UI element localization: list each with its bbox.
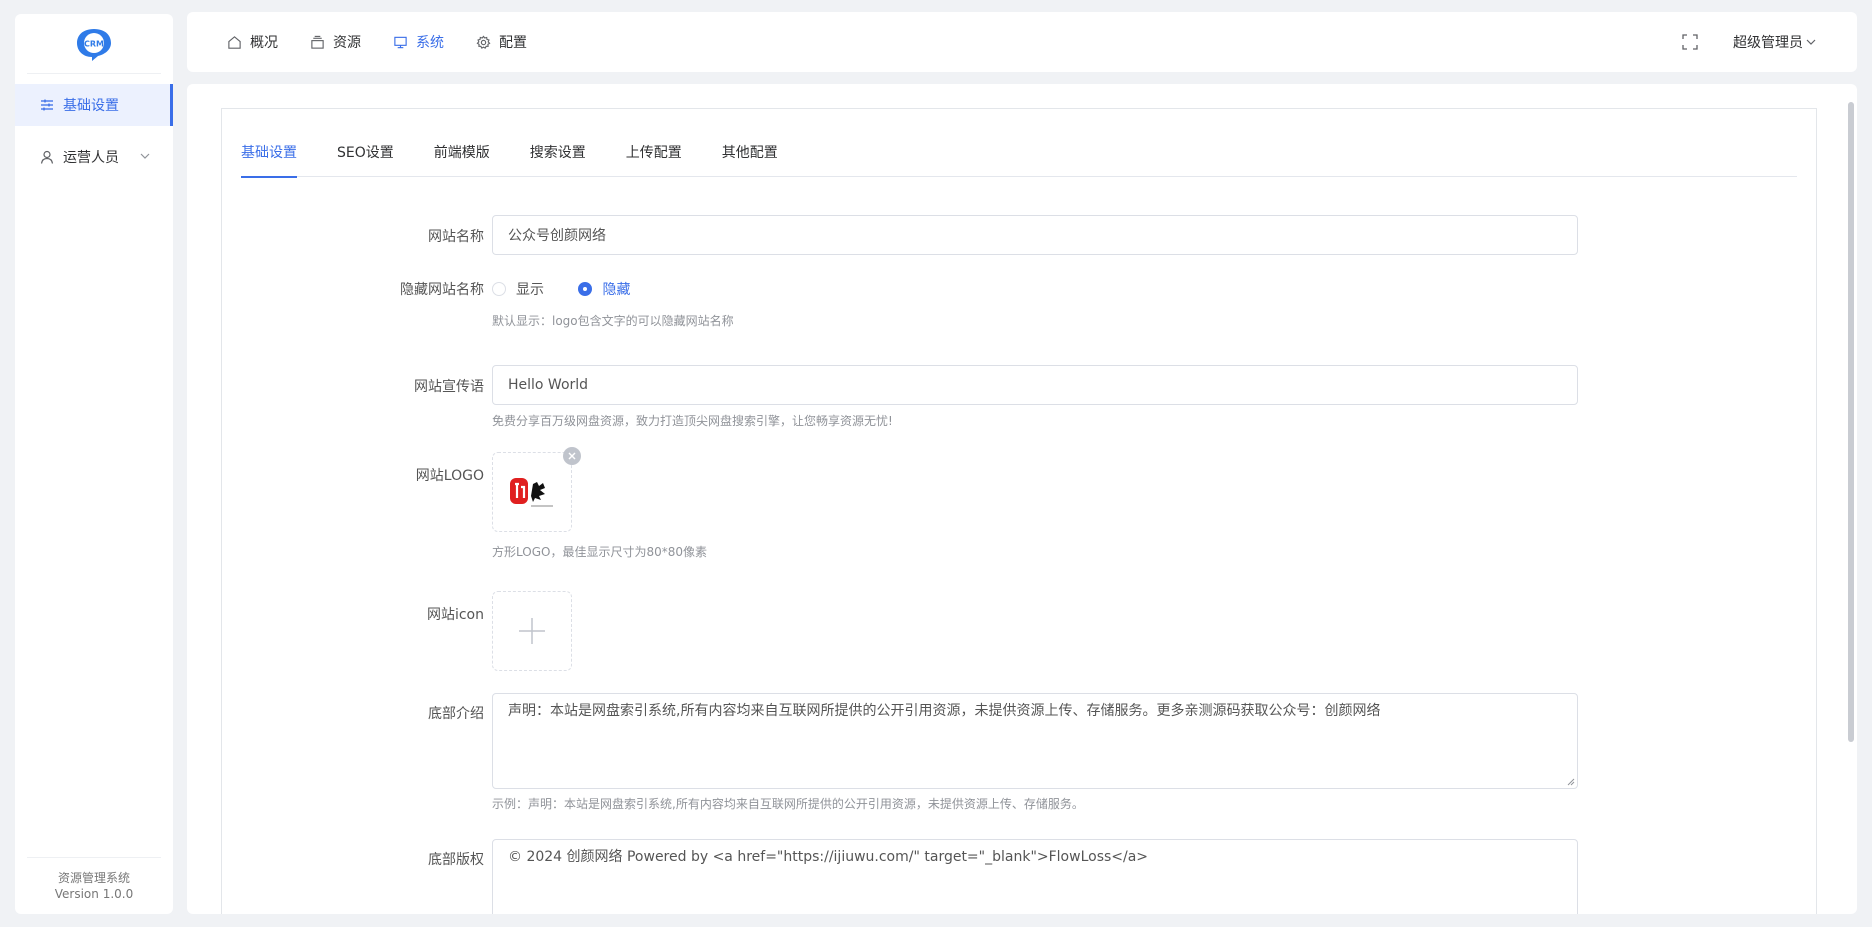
icon-label: 网站icon [426,607,484,623]
site-name-input[interactable]: 公众号创颜网络 [492,215,1578,255]
monitor-icon [393,35,408,50]
nav-label: 系统 [416,35,444,51]
main-panel: 基础设置 SEO设置 前端模版 搜索设置 上传配置 其他配置 网站名称 公众号创… [187,84,1857,914]
chevron-down-icon [1806,39,1816,45]
hide-name-label: 隐藏网站名称 [400,282,484,298]
tab-upload[interactable]: 上传配置 [626,133,682,177]
sliders-icon [39,97,55,113]
site-name-label: 网站名称 [428,229,484,245]
hide-name-radio-group: 显示 隐藏 [492,279,660,300]
nav-label: 概况 [250,35,278,51]
tab-seo[interactable]: SEO设置 [337,133,394,177]
slogan-hint: 免费分享百万级网盘资源，致力打造顶尖网盘搜索引擎，让您畅享资源无忧! [492,414,893,428]
home-icon [227,35,242,50]
plus-icon [519,618,545,644]
tab-basic[interactable]: 基础设置 [241,133,297,178]
settings-tabs: 基础设置 SEO设置 前端模版 搜索设置 上传配置 其他配置 [241,133,1797,178]
radio-hide[interactable]: 隐藏 [578,279,630,299]
scrollbar[interactable] [1848,102,1854,742]
radio-label: 隐藏 [602,282,631,298]
top-nav: 概况 资源 系统 配置 超级管理员 [187,12,1857,72]
sidebar-item-label: 运营人员 [63,150,119,166]
footer-intro-value: 声明：本站是网盘索引系统,所有内容均来自互联网所提供的公开引用资源，未提供资源上… [508,703,1381,719]
sidebar-item-label: 基础设置 [63,98,119,114]
logo-area: CRM [27,14,161,74]
user-icon [39,149,55,165]
sidebar: CRM 基础设置 运营人员 资源管理系统 Version 1.0.0 [15,14,173,914]
form-row-icon: 网站icon [222,591,1818,671]
radio-label: 显示 [516,282,544,298]
user-menu[interactable]: 超级管理员 [1733,32,1817,52]
footer-intro-label: 底部介绍 [428,706,484,722]
slogan-input[interactable]: Hello World [492,365,1578,405]
layers-icon [310,35,325,50]
nav-config[interactable]: 配置 [476,32,527,52]
nav-resources[interactable]: 资源 [310,32,361,52]
form-row-logo: 网站LOGO 方形LOGO，最佳显示尺寸为80*80像素 [222,447,1818,559]
radio-show[interactable]: 显示 [492,279,544,299]
footer-intro-hint: 示例：声明：本站是网盘索引系统,所有内容均来自互联网所提供的公开引用资源，未提供… [492,797,1084,811]
icon-upload[interactable] [492,591,572,671]
copyright-textarea[interactable]: © 2024 创颜网络 Powered by <a href="https://… [492,839,1578,914]
fullscreen-icon[interactable] [1681,33,1699,51]
form-row-footer-intro: 底部介绍 声明：本站是网盘索引系统,所有内容均来自互联网所提供的公开引用资源，未… [222,693,1818,811]
copyright-label: 底部版权 [428,852,484,868]
logo-upload[interactable] [492,447,581,532]
footer-intro-textarea[interactable]: 声明：本站是网盘索引系统,所有内容均来自互联网所提供的公开引用资源，未提供资源上… [492,693,1578,789]
logo-hint: 方形LOGO，最佳显示尺寸为80*80像素 [492,545,707,559]
gear-icon [476,34,491,50]
radio-circle [578,282,593,296]
tab-search[interactable]: 搜索设置 [530,133,586,177]
nav-overview[interactable]: 概况 [227,32,278,52]
crm-logo: CRM [77,28,111,61]
sidebar-item-operators[interactable]: 运营人员 [15,136,173,178]
version-text: Version 1.0.0 [54,887,134,901]
settings-card: 基础设置 SEO设置 前端模版 搜索设置 上传配置 其他配置 网站名称 公众号创… [221,108,1817,914]
chevron-down-icon[interactable] [139,150,151,162]
logo-preview [510,478,553,507]
system-name: 资源管理系统 [57,871,130,885]
tab-other[interactable]: 其他配置 [722,133,778,177]
top-right-tools: 超级管理员 [1681,12,1817,72]
logo-label: 网站LOGO [415,468,484,484]
nav-system[interactable]: 系统 [393,32,444,52]
nav-label: 配置 [499,35,527,51]
copyright-value: © 2024 创颜网络 Powered by <a href="https://… [508,849,1149,865]
nav-label: 资源 [333,35,361,51]
sidebar-item-basic-settings[interactable]: 基础设置 [15,84,173,126]
form-row-copyright: 底部版权 © 2024 创颜网络 Powered by <a href="htt… [222,839,1818,914]
resize-handle-icon[interactable] [1567,778,1575,786]
slogan-label: 网站宣传语 [414,379,484,395]
user-name: 超级管理员 [1733,35,1803,51]
hide-name-hint: 默认显示：logo包含文字的可以隐藏网站名称 [492,314,734,328]
remove-logo-icon[interactable] [563,447,581,465]
radio-circle [492,282,506,296]
tab-frontend-template[interactable]: 前端模版 [434,133,490,177]
logo-text: CRM [84,39,104,48]
sidebar-footer: 资源管理系统 Version 1.0.0 [27,857,161,902]
